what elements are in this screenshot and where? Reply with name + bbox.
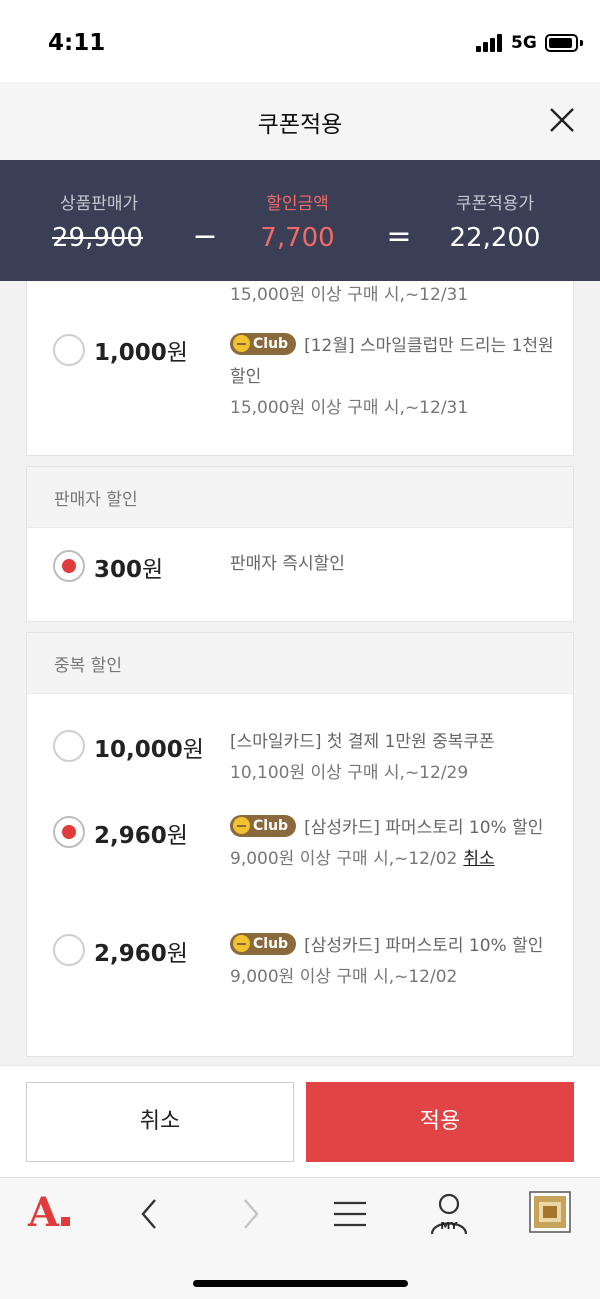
close-icon xyxy=(550,108,574,132)
smile-icon xyxy=(233,934,250,952)
discount-label: 할인금액 xyxy=(266,194,329,214)
seller-discount-card: 판매자 할인 300원 판매자 즉시할인 xyxy=(26,466,574,622)
section-title: 판매자 할인 xyxy=(27,467,573,528)
discount-value: 7,700 xyxy=(260,223,335,253)
home-logo-button[interactable]: A xyxy=(28,1190,80,1238)
coupon-header: 쿠폰적용 xyxy=(0,82,600,160)
logo-a-icon: A xyxy=(28,1189,60,1236)
equals-sign: = xyxy=(386,219,412,254)
chevron-left-icon xyxy=(141,1199,156,1229)
coupon-condition: 15,000원 이상 구매 시,~12/31 xyxy=(230,285,469,305)
coupon-condition: 9,000원 이상 구매 시,~12/02 xyxy=(230,967,458,987)
back-button[interactable] xyxy=(132,1190,168,1238)
coupon-amount: 300원 xyxy=(94,557,164,583)
coupon-amount: 2,960원 xyxy=(94,823,188,849)
home-indicator xyxy=(193,1280,408,1287)
coupon-radio[interactable] xyxy=(53,934,85,966)
minus-sign: − xyxy=(192,219,218,254)
battery-icon xyxy=(545,34,578,52)
coupon-list[interactable]: 15,000원 이상 구매 시,~12/31 1,000원 Club [12월] … xyxy=(0,281,600,1065)
section-title: 중복 할인 xyxy=(27,633,573,694)
bottom-nav: A MY xyxy=(0,1177,600,1299)
final-price-label: 쿠폰적용가 xyxy=(455,194,535,214)
coupon-description: Club [삼성카드] 파머스토리 10% 할인 9,000원 이상 구매 시,~… xyxy=(230,813,560,875)
coupon-radio[interactable] xyxy=(53,730,85,762)
original-price-value: 29,900 xyxy=(52,223,143,253)
chevron-right-icon xyxy=(244,1199,259,1229)
coupon-radio[interactable] xyxy=(53,550,85,582)
my-page-button[interactable]: MY xyxy=(428,1190,470,1238)
apply-button[interactable]: 적용 xyxy=(306,1082,574,1162)
action-bar: 취소 적용 xyxy=(0,1065,600,1177)
network-label: 5G xyxy=(511,33,537,53)
cancel-button[interactable]: 취소 xyxy=(26,1082,294,1162)
club-badge: Club xyxy=(230,333,297,355)
coupon-description: Club [12월] 스마일클럽만 드리는 1천원 할인 15,000원 이상 구… xyxy=(230,331,560,424)
coupon-amount: 1,000원 xyxy=(94,340,188,366)
coupon-title: [삼성카드] 파머스토리 10% 할인 xyxy=(304,936,544,956)
signal-icon xyxy=(476,34,504,52)
close-button[interactable] xyxy=(545,103,579,137)
smile-icon xyxy=(233,816,250,834)
coupon-radio[interactable] xyxy=(53,334,85,366)
cancel-coupon-link[interactable]: 취소 xyxy=(463,849,494,869)
my-label: MY xyxy=(440,1221,458,1232)
smile-icon xyxy=(233,334,250,352)
menu-button[interactable] xyxy=(330,1190,370,1238)
coupon-amount: 2,960원 xyxy=(94,941,188,967)
product-thumbnail-icon xyxy=(529,1191,571,1233)
status-time: 4:11 xyxy=(48,30,106,56)
menu-icon xyxy=(334,1201,366,1227)
forward-button[interactable] xyxy=(232,1190,268,1238)
coupon-title: [삼성카드] 파머스토리 10% 할인 xyxy=(304,818,544,838)
price-summary: 상품판매가 29,900 − 할인금액 7,700 = 쿠폰적용가 22,200 xyxy=(0,160,600,281)
club-badge: Club xyxy=(230,815,297,837)
coupon-radio[interactable] xyxy=(53,816,85,848)
recent-product-button[interactable] xyxy=(529,1190,571,1238)
coupon-amount: 10,000원 xyxy=(94,737,204,763)
status-bar: 4:11 5G xyxy=(0,0,600,82)
coupon-description: [스마일카드] 첫 결제 1만원 중복쿠폰 10,100원 이상 구매 시,~1… xyxy=(230,727,560,789)
logo-dot xyxy=(61,1217,71,1226)
coupon-title: 판매자 즉시할인 xyxy=(230,554,345,574)
final-price-value: 22,200 xyxy=(449,223,541,253)
coupon-condition: 10,100원 이상 구매 시,~12/29 xyxy=(230,763,469,783)
club-badge: Club xyxy=(230,933,297,955)
battery-tip xyxy=(580,40,583,46)
coupon-condition: 9,000원 이상 구매 시,~12/02 취소 xyxy=(230,849,495,869)
coupon-description: Club [삼성카드] 파머스토리 10% 할인 9,000원 이상 구매 시,~… xyxy=(230,931,560,993)
original-price-label: 상품판매가 xyxy=(60,194,139,214)
coupon-card-club: 15,000원 이상 구매 시,~12/31 1,000원 Club [12월] … xyxy=(26,281,574,456)
page-title: 쿠폰적용 xyxy=(257,112,343,138)
stack-discount-card: 중복 할인 10,000원 [스마일카드] 첫 결제 1만원 중복쿠폰 10,1… xyxy=(26,632,574,1057)
coupon-condition: 15,000원 이상 구매 시,~12/31 xyxy=(230,398,469,418)
coupon-title: [스마일카드] 첫 결제 1만원 중복쿠폰 xyxy=(230,732,495,752)
